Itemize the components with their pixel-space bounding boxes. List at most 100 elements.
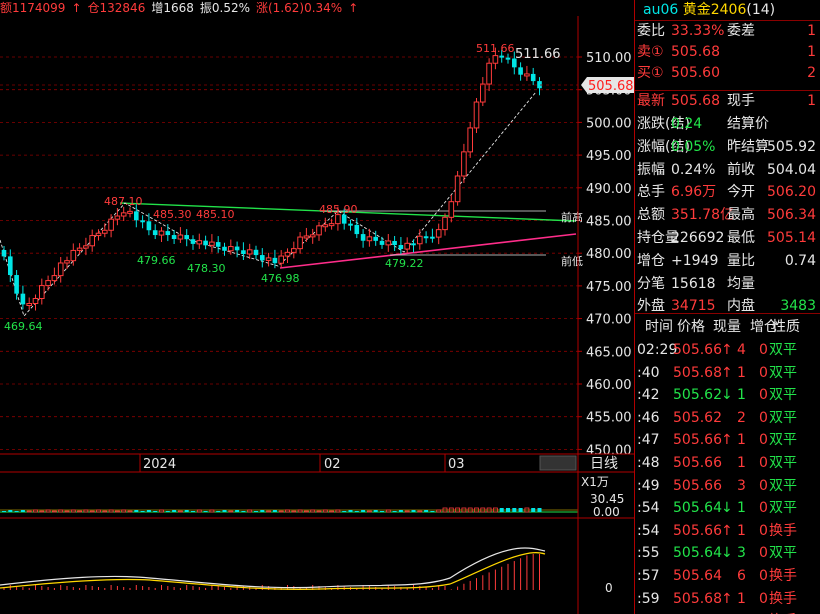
volume-bar [2, 511, 6, 512]
candle-body [184, 235, 189, 240]
candle-body [417, 235, 423, 245]
quote-row: 委比 33.33% 委差 1 [635, 21, 820, 42]
tick-time: :40 [637, 364, 660, 381]
tick-vol: 6 [737, 568, 746, 584]
tick-row: :57 505.64 6 0 换手 [635, 565, 820, 587]
volume-bar [209, 509, 215, 513]
annot-peak-c: 485.10 [196, 208, 235, 221]
quote-label-2: 均量 [727, 276, 755, 292]
tick-time: :47 [637, 432, 660, 449]
tick-time: :57 [637, 568, 660, 584]
volume-bar [20, 510, 25, 512]
quote-value: 0.24 [671, 116, 703, 132]
tick-oi: 0 [759, 568, 768, 584]
tick-oi: 0 [759, 590, 768, 607]
volume-bar [506, 508, 510, 512]
quote-value-2: 506.20 [767, 184, 816, 200]
candle-body [158, 230, 165, 236]
tick-time: :49 [637, 477, 660, 494]
candle-body [360, 234, 366, 241]
tick-nature: 双平 [769, 387, 797, 404]
tick-oi: 0 [759, 342, 768, 358]
tick-price: 505.66 [673, 342, 722, 358]
volume-bar [184, 510, 189, 512]
tick-oi: 0 [759, 455, 768, 471]
tick-vol: 3 [737, 477, 746, 494]
tick-price: 505.64 [673, 568, 722, 584]
chart-scrollbar[interactable] [539, 455, 577, 471]
candle-body [303, 235, 310, 239]
quote-label: 委比 [637, 23, 665, 39]
candle-body [152, 230, 158, 236]
volume-bar [70, 509, 76, 513]
quote-value: 0.24% [671, 162, 716, 178]
kline-chart[interactable]: 510.00505.00500.00495.00490.00485.00480.… [0, 0, 634, 614]
tick-nature: 双平 [769, 364, 797, 381]
candle-body [20, 293, 26, 305]
tick-arrow: ↑ [721, 364, 733, 381]
quote-value-2: 1 [807, 93, 816, 109]
candle-body [448, 201, 455, 218]
tick-oi: 0 [759, 522, 768, 539]
volume-bar [235, 510, 240, 512]
price-tick-label: 495.00 [586, 149, 632, 164]
quote-row: 涨幅(结) 0.05% 昨结算 505.92 [635, 137, 820, 158]
quote-value: 505.60 [671, 65, 720, 81]
candle-body [492, 55, 499, 64]
volume-bar [165, 511, 170, 512]
quote-label-2: 现手 [727, 93, 755, 109]
candle-body [473, 101, 480, 129]
candle-body [398, 245, 404, 250]
volume-bar [392, 511, 397, 512]
tick-nature: 换手 [769, 568, 797, 584]
period-label[interactable]: 日线 [590, 456, 618, 472]
volume-bar [134, 510, 139, 512]
tick-nature: 换手 [769, 522, 797, 539]
volume-bar [512, 508, 517, 512]
tick-vol: 3 [737, 545, 746, 562]
candle-body [392, 240, 397, 246]
quote-row: 分笔 15618 均量 [635, 274, 820, 295]
quote-value: 15618 [671, 276, 716, 292]
candle-body [486, 62, 492, 85]
price-tick-label: 460.00 [586, 378, 632, 393]
candle-body [140, 220, 145, 223]
quote-row: 最新 505.68 现手 1 [635, 91, 820, 112]
quote-label-2: 前收 [727, 162, 755, 178]
candle-body [177, 234, 184, 240]
tick-row: :40 505.68 ↑ 1 0 双平 [635, 362, 820, 384]
tick-oi: 0 [759, 432, 768, 449]
candle-body [530, 73, 536, 82]
volume-bar [140, 511, 145, 512]
volume-bar [121, 509, 127, 513]
price-axis: 510.00505.00500.00495.00490.00485.00480.… [586, 51, 632, 458]
tick-price: 505.62 [673, 387, 722, 404]
quote-row: 买① 505.60 2 [635, 63, 820, 84]
quote-label-2: 结算价 [727, 116, 769, 132]
tick-price: 505.68 [673, 364, 722, 381]
candle-body [404, 242, 410, 250]
tick-price: 505.66 [673, 432, 722, 449]
annot-low-d: 476.98 [261, 272, 300, 285]
quote-sep-3 [635, 313, 820, 314]
tick-row: :55 505.64 ↓ 3 0 双平 [635, 542, 820, 564]
tick-time: :55 [637, 545, 660, 562]
volume-bar [14, 511, 19, 512]
price-tick-label: 455.00 [586, 411, 632, 426]
tick-time: 02:30 [637, 610, 677, 614]
macd-tick-zero: 0 [605, 581, 613, 595]
quote-value-2: 504.04 [767, 162, 816, 178]
tick-time: :54 [637, 522, 660, 539]
tick-vol: 1 [737, 387, 746, 404]
ticks-header-price: 价格 [677, 319, 705, 335]
tick-row: 02:30505.68 1 0换手 [635, 610, 820, 614]
candle-body [89, 235, 96, 247]
tick-nature: 双平 [769, 455, 797, 471]
candle-body [120, 212, 127, 217]
price-tick-label: 500.00 [586, 116, 632, 131]
ticks-header: 时间 价格 现量 增仓 性质 [635, 316, 820, 338]
quote-title: au06 黄金2406(14) [643, 0, 775, 20]
tick-row: :54 505.66 ↑ 1 0 换手 [635, 520, 820, 542]
volume-bar [310, 509, 316, 513]
tick-arrow: ↑ [721, 432, 733, 449]
